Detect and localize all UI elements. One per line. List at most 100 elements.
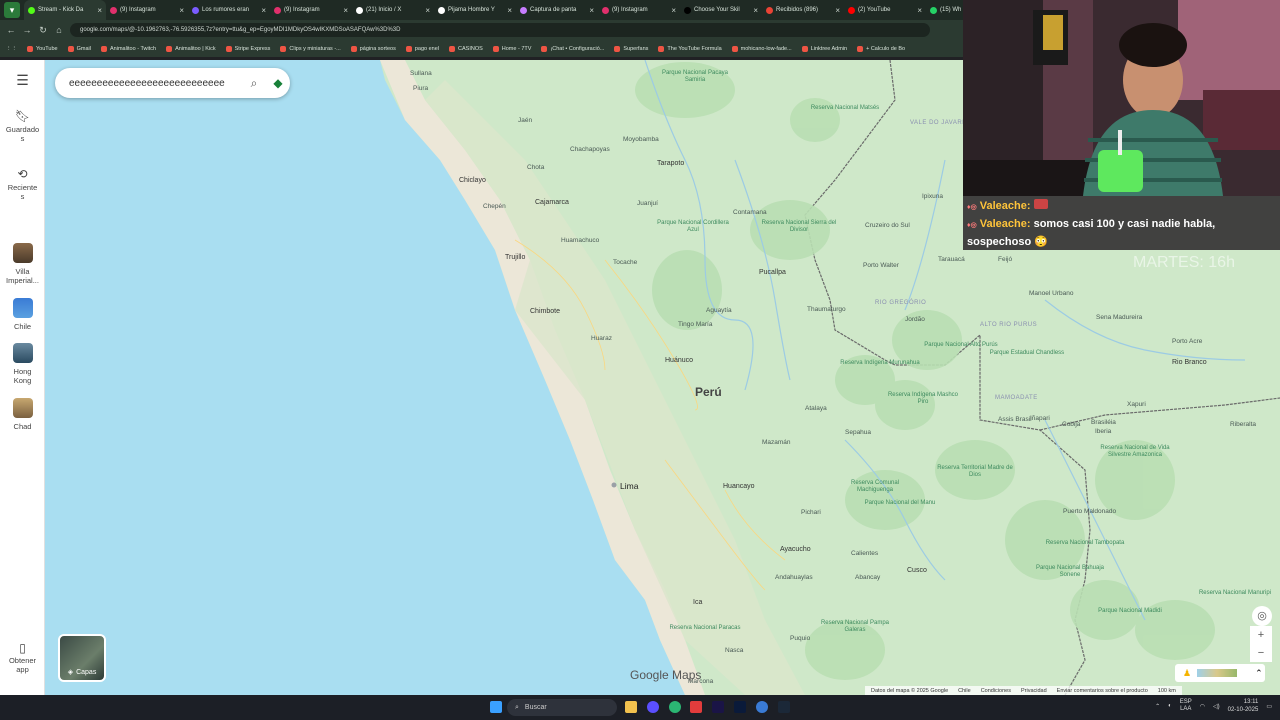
map-footer-link[interactable]: Condiciones [981, 688, 1011, 694]
city-label[interactable]: Cajamarca [535, 199, 569, 206]
recent-item-hong-kong[interactable]: Hong Kong [0, 343, 45, 385]
tab-close-icon[interactable]: × [507, 6, 512, 15]
map-footer-link[interactable]: Enviar comentarios sobre el producto [1057, 688, 1148, 694]
park-label[interactable]: Reserva Nacional de Vida Silvestre Amazo… [1095, 445, 1175, 459]
file-explorer-icon[interactable] [625, 701, 637, 713]
city-label[interactable]: Chepén [483, 203, 506, 210]
bookmark-item[interactable]: Linktree Admin [801, 45, 847, 52]
city-label[interactable]: Porto Walter [863, 262, 899, 269]
park-label[interactable]: Reserva Nacional Matsés [805, 105, 885, 112]
park-label[interactable]: Parque Nacional Pacaya Samiria [655, 70, 735, 84]
bookmark-item[interactable]: The YouTube Formula [658, 45, 722, 52]
city-label[interactable]: Cruzeiro do Sul [865, 222, 910, 229]
city-label[interactable]: Cusco [907, 567, 927, 574]
back-icon[interactable]: ← [6, 25, 16, 35]
city-label[interactable]: Trujillo [505, 254, 525, 261]
city-label[interactable]: Nasca [725, 647, 743, 654]
city-label[interactable]: Xapuri [1127, 401, 1146, 408]
tab-close-icon[interactable]: × [425, 6, 430, 15]
tab-close-icon[interactable]: × [671, 6, 676, 15]
city-label[interactable]: Juanjuí [637, 200, 658, 207]
city-label[interactable]: Assis Brasil [998, 416, 1032, 423]
bookmark-item[interactable]: Home - 7TV [492, 45, 531, 52]
taskbar-search[interactable]: ⌕ Buscar [507, 699, 617, 716]
park-label[interactable]: Parque Nacional Madidi [1090, 608, 1170, 615]
tray-icon[interactable]: ◐ [1168, 703, 1172, 709]
search-input[interactable]: eeeeeeeeeeeeeeeeeeeeeeeeeeee [69, 78, 242, 89]
city-label[interactable]: Thaumaturgo [807, 306, 846, 313]
city-label[interactable]: Chachapoyas [570, 146, 610, 153]
directions-icon[interactable]: ◆ [266, 71, 290, 95]
browser-tab[interactable]: Los rumores eran × [188, 0, 270, 20]
bookmark-item[interactable]: página sorteos [350, 45, 396, 52]
tab-close-icon[interactable]: × [917, 6, 922, 15]
zoom-in-button[interactable]: + [1250, 626, 1272, 644]
tab-search-icon[interactable]: ▾ [4, 2, 20, 18]
imagery-thumb[interactable] [1197, 669, 1238, 677]
city-label[interactable]: Riberalta [1230, 421, 1256, 428]
city-label[interactable]: Rio Branco [1172, 359, 1207, 366]
get-app-button[interactable]: ▯ Obtener app [0, 642, 45, 674]
city-label[interactable]: Ipixuna [922, 193, 943, 200]
recent-item-villa-imperial[interactable]: Villa Imperial... [0, 243, 45, 285]
search-icon[interactable]: ⌕ [242, 76, 266, 91]
city-label[interactable]: Mazamán [762, 439, 791, 446]
app-icon[interactable] [756, 701, 768, 713]
park-label[interactable]: Reserva Nacional Pampa Galeras [815, 620, 895, 634]
recent-item-chad[interactable]: Chad [0, 398, 45, 431]
park-label[interactable]: Reserva Nacional Manuripi [1195, 590, 1275, 597]
notification-icon[interactable]: ▭ [1266, 703, 1272, 710]
park-label[interactable]: Reserva Territorial Madre de Dios [935, 465, 1015, 479]
city-label[interactable]: Sena Madureira [1096, 314, 1142, 321]
bookmark-item[interactable]: + Calculo de Bo [857, 45, 905, 52]
city-label[interactable]: Brasiléia [1091, 419, 1116, 426]
park-label[interactable]: Reserva Indígena Mashco Piro [883, 392, 963, 406]
forward-icon[interactable]: → [22, 25, 32, 35]
my-location-icon[interactable]: ◎ [1252, 606, 1272, 626]
browser-tab[interactable]: (9) Instagram × [598, 0, 680, 20]
bookmark-item[interactable]: Animalitoo | Kick [166, 45, 216, 52]
bookmark-item[interactable]: Superfans [614, 45, 648, 52]
map-footer-link[interactable]: Chile [958, 688, 971, 694]
tab-close-icon[interactable]: × [179, 6, 184, 15]
browser-tab[interactable]: Stream - Kick Da × [24, 0, 106, 20]
language-indicator[interactable]: ESP LAA [1180, 699, 1192, 713]
city-label[interactable]: Pucallpa [759, 269, 786, 276]
city-label[interactable]: Tarapoto [657, 160, 684, 167]
park-label[interactable]: Parque Nacional Alto Purús [921, 342, 1001, 349]
url-field[interactable]: google.com/maps/@-10.1962763,-76.5926355… [70, 23, 930, 37]
city-label[interactable]: Abancay [855, 574, 880, 581]
premiere-icon[interactable] [712, 701, 724, 713]
bookmark-item[interactable]: ¡Chat • Configuració... [541, 45, 604, 52]
city-label[interactable]: Lima [620, 481, 638, 491]
tab-close-icon[interactable]: × [835, 6, 840, 15]
apps-icon[interactable]: ⋮⋮ [6, 46, 17, 52]
clock[interactable]: 13:11 02-10-2025 [1228, 698, 1259, 714]
city-label[interactable]: Sepahua [845, 429, 871, 436]
city-label[interactable]: Huaraz [591, 335, 612, 342]
city-label[interactable]: Cobija [1062, 421, 1080, 428]
tab-close-icon[interactable]: × [343, 6, 348, 15]
city-label[interactable]: Atalaya [805, 405, 827, 412]
browser-tab[interactable]: (9) Instagram × [270, 0, 352, 20]
city-label[interactable]: Feijó [998, 256, 1012, 263]
park-label[interactable]: Parque Nacional del Manu [860, 500, 940, 507]
city-label[interactable]: Chimbote [530, 308, 560, 315]
browser-tab[interactable]: Choose Your Skil × [680, 0, 762, 20]
city-label[interactable]: Aguaytía [706, 307, 732, 314]
zoom-out-button[interactable]: − [1250, 644, 1272, 662]
browser-tab[interactable]: (2) YouTube × [844, 0, 926, 20]
tab-close-icon[interactable]: × [753, 6, 758, 15]
city-label[interactable]: Piura [413, 85, 428, 92]
park-label[interactable]: Reserva Comunal Machiguenga [835, 480, 915, 494]
pegman-icon[interactable]: ♟︎ [1183, 668, 1191, 679]
bookmark-item[interactable]: mohicano-low-fade... [731, 45, 792, 52]
app-icon[interactable] [690, 701, 702, 713]
windows-start-icon[interactable] [490, 701, 502, 713]
city-label[interactable]: Puerto Maldonado [1063, 508, 1116, 515]
city-label[interactable]: Iberia [1095, 428, 1111, 435]
photoshop-icon[interactable] [734, 701, 746, 713]
chrome-icon[interactable] [669, 701, 681, 713]
tab-close-icon[interactable]: × [97, 6, 102, 15]
city-label[interactable]: Tingo María [678, 321, 712, 328]
